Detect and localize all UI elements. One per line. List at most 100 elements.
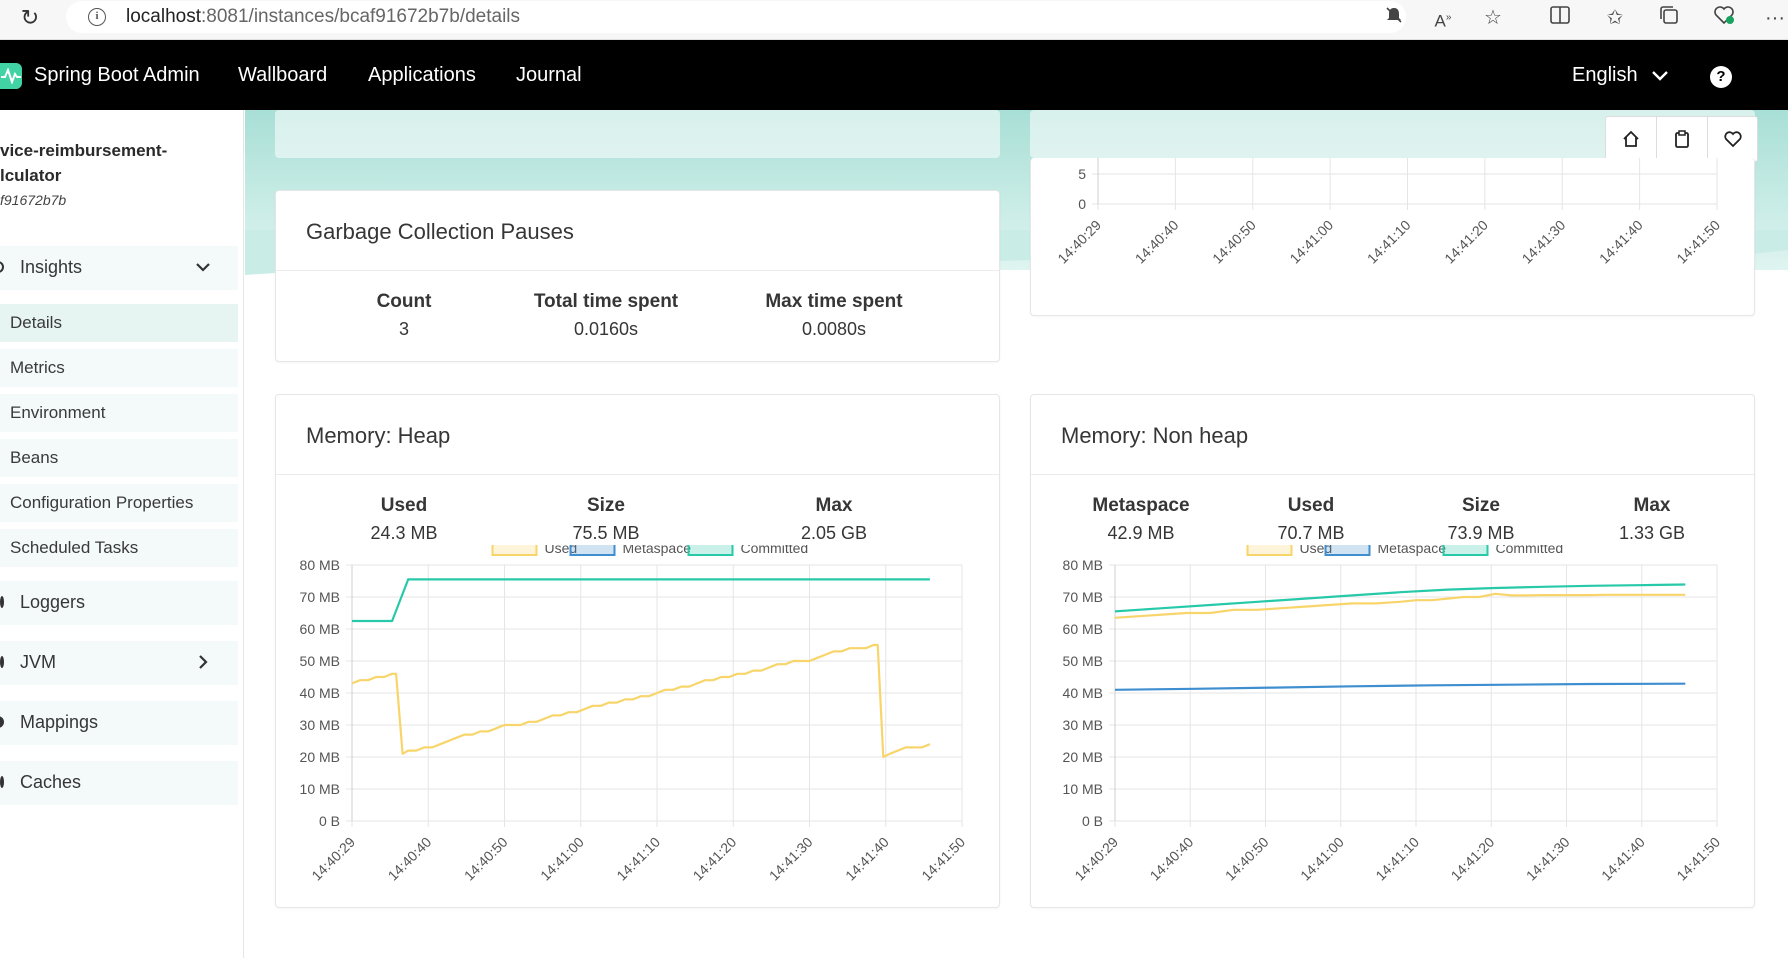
collections-icon[interactable]: [1656, 5, 1682, 31]
legend-swatch: [569, 545, 616, 556]
sidebar-item-metrics[interactable]: Metrics: [0, 349, 238, 387]
x-tick-label: 14:40:40: [1132, 217, 1182, 267]
sidebar-item-details[interactable]: Details: [0, 304, 238, 342]
card-header: Memory: Non heap: [1031, 395, 1754, 475]
y-tick-label: 60 MB: [1063, 621, 1103, 637]
main-content: 0 5 14:40:29 14:40:40 14:40:50 14:41:00 14:41:…: [245, 110, 1788, 958]
instance-id: f91672b7b: [0, 192, 67, 208]
brand-title[interactable]: Spring Boot Admin: [34, 64, 200, 87]
spring-boot-admin-logo-icon[interactable]: [0, 63, 22, 89]
favorite-star-icon[interactable]: ☆: [1480, 5, 1506, 31]
heap-card-title: Memory: Heap: [306, 423, 451, 448]
y-tick-label: 80 MB: [1063, 557, 1103, 573]
x-tick-label: 14:40:40: [1147, 834, 1197, 884]
sidebar-item-jvm[interactable]: JVM: [0, 641, 238, 685]
stat-label: Total time spent: [533, 291, 679, 312]
help-icon[interactable]: ?: [1710, 66, 1732, 88]
sidebar-item-label: Scheduled Tasks: [10, 538, 139, 557]
memory-nonheap-card: Memory: Non heap Metaspace 42.9 MB Used …: [1030, 394, 1755, 908]
url-text[interactable]: localhost:8081/instances/bcaf91672b7b/de…: [126, 6, 520, 28]
loggers-icon: [0, 596, 4, 608]
chevron-down-icon[interactable]: [1650, 66, 1670, 86]
sidebar-item-configuration-properties[interactable]: Configuration Properties: [0, 484, 238, 522]
language-select[interactable]: English: [1572, 64, 1638, 87]
sidebar-item-caches[interactable]: Caches: [0, 761, 238, 805]
sidebar-item-label: Beans: [10, 448, 59, 467]
sidebar-item-mappings[interactable]: Mappings: [0, 701, 238, 745]
home-icon: [1623, 130, 1639, 147]
x-tick-label: 14:40:29: [1054, 217, 1104, 267]
nav-journal[interactable]: Journal: [516, 64, 582, 87]
health-icon[interactable]: [1711, 5, 1737, 31]
stat-label: Size: [586, 495, 626, 516]
clipboard-icon: [1675, 130, 1689, 148]
legend-swatch: [1442, 545, 1489, 556]
stat-value: 75.5 MB: [572, 523, 640, 543]
x-tick-label: 14:41:50: [918, 834, 968, 884]
split-screen-icon[interactable]: [1547, 5, 1573, 31]
heap-max-stat: Max 2.05 GB: [774, 495, 894, 544]
faded-card: [275, 110, 1000, 158]
stat-value: 70.7 MB: [1277, 523, 1345, 543]
site-info-icon[interactable]: i: [88, 8, 106, 26]
insights-icon: [0, 261, 4, 273]
stat-label: Size: [1461, 495, 1501, 516]
url-path: :8081/instances/bcaf91672b7b/details: [201, 6, 521, 27]
clipboard-button[interactable]: [1657, 117, 1708, 161]
gc-total-time-stat: Total time spent 0.0160s: [506, 291, 706, 340]
favorites-icon[interactable]: ✩: [1602, 5, 1628, 31]
y-tick-label: 0 B: [1082, 813, 1103, 829]
quick-actions: [1605, 116, 1758, 162]
caches-icon: [0, 776, 4, 788]
mute-notifications-icon[interactable]: [1381, 5, 1407, 31]
reload-icon[interactable]: ↻: [18, 6, 42, 30]
sidebar-item-label: Insights: [20, 257, 83, 277]
nav-wallboard[interactable]: Wallboard: [238, 64, 327, 87]
x-tick-label: 14:41:20: [1441, 217, 1491, 267]
heap-line-chart: 0 B 10 MB 20 MB 30 MB 40 MB 50 MB 60 MB 70 MB 80…: [300, 545, 968, 884]
legend-label: Metaspace: [1378, 545, 1447, 556]
url-host: localhost: [126, 6, 201, 27]
read-aloud-icon[interactable]: A»: [1430, 5, 1456, 31]
x-tick-label: 14:41:40: [1598, 834, 1648, 884]
sidebar-item-loggers[interactable]: Loggers: [0, 581, 238, 625]
series-line-used: [351, 643, 931, 759]
app-name-line2: lculator: [0, 166, 62, 185]
legend-label: Metaspace: [623, 545, 692, 556]
x-tick-label: 14:41:30: [1519, 217, 1569, 267]
legend-label: Committed: [1496, 545, 1564, 556]
nonheap-metaspace-stat: Metaspace 42.9 MB: [1071, 495, 1211, 544]
x-tick-label: 14:41:10: [1364, 217, 1414, 267]
y-tick-label: 50 MB: [1063, 653, 1103, 669]
legend-swatch: [687, 545, 734, 556]
stat-label: Count: [376, 291, 432, 312]
home-button[interactable]: [1606, 117, 1657, 161]
x-tick-label: 14:41:50: [1673, 217, 1723, 267]
chevron-down-icon: [194, 258, 212, 276]
sidebar-item-environment[interactable]: Environment: [0, 394, 238, 432]
sidebar-item-scheduled-tasks[interactable]: Scheduled Tasks: [0, 529, 238, 567]
nav-applications[interactable]: Applications: [368, 64, 476, 87]
sidebar-item-label: Mappings: [20, 712, 99, 732]
heart-button[interactable]: [1708, 117, 1759, 161]
sidebar-item-beans[interactable]: Beans: [0, 439, 238, 477]
x-tick-label: 14:41:30: [1523, 834, 1573, 884]
y-tick-label: 70 MB: [1063, 589, 1103, 605]
sidebar-item-insights[interactable]: Insights: [0, 246, 238, 290]
sidebar-item-label: Loggers: [20, 592, 86, 612]
x-tick-label: 14:41:10: [613, 834, 663, 884]
heap-size-stat: Size 75.5 MB: [546, 495, 666, 544]
y-tick-label: 50 MB: [300, 653, 340, 669]
more-menu-icon[interactable]: ···: [1762, 5, 1788, 31]
series-line-metaspace: [1114, 682, 1686, 691]
card-header: Memory: Heap: [276, 395, 999, 475]
x-tick-label: 14:41:00: [1286, 217, 1336, 267]
stat-value: 73.9 MB: [1447, 523, 1515, 543]
sidebar-item-label: Caches: [20, 772, 82, 792]
sidebar-item-label: Environment: [10, 403, 106, 422]
y-tick-label: 80 MB: [300, 557, 340, 573]
top-navbar: Spring Boot Admin Wallboard Applications…: [0, 40, 1788, 110]
y-tick-label: 60 MB: [300, 621, 340, 637]
y-tick-label: 0: [1078, 196, 1086, 212]
sidebar-item-label: Details: [10, 313, 62, 332]
